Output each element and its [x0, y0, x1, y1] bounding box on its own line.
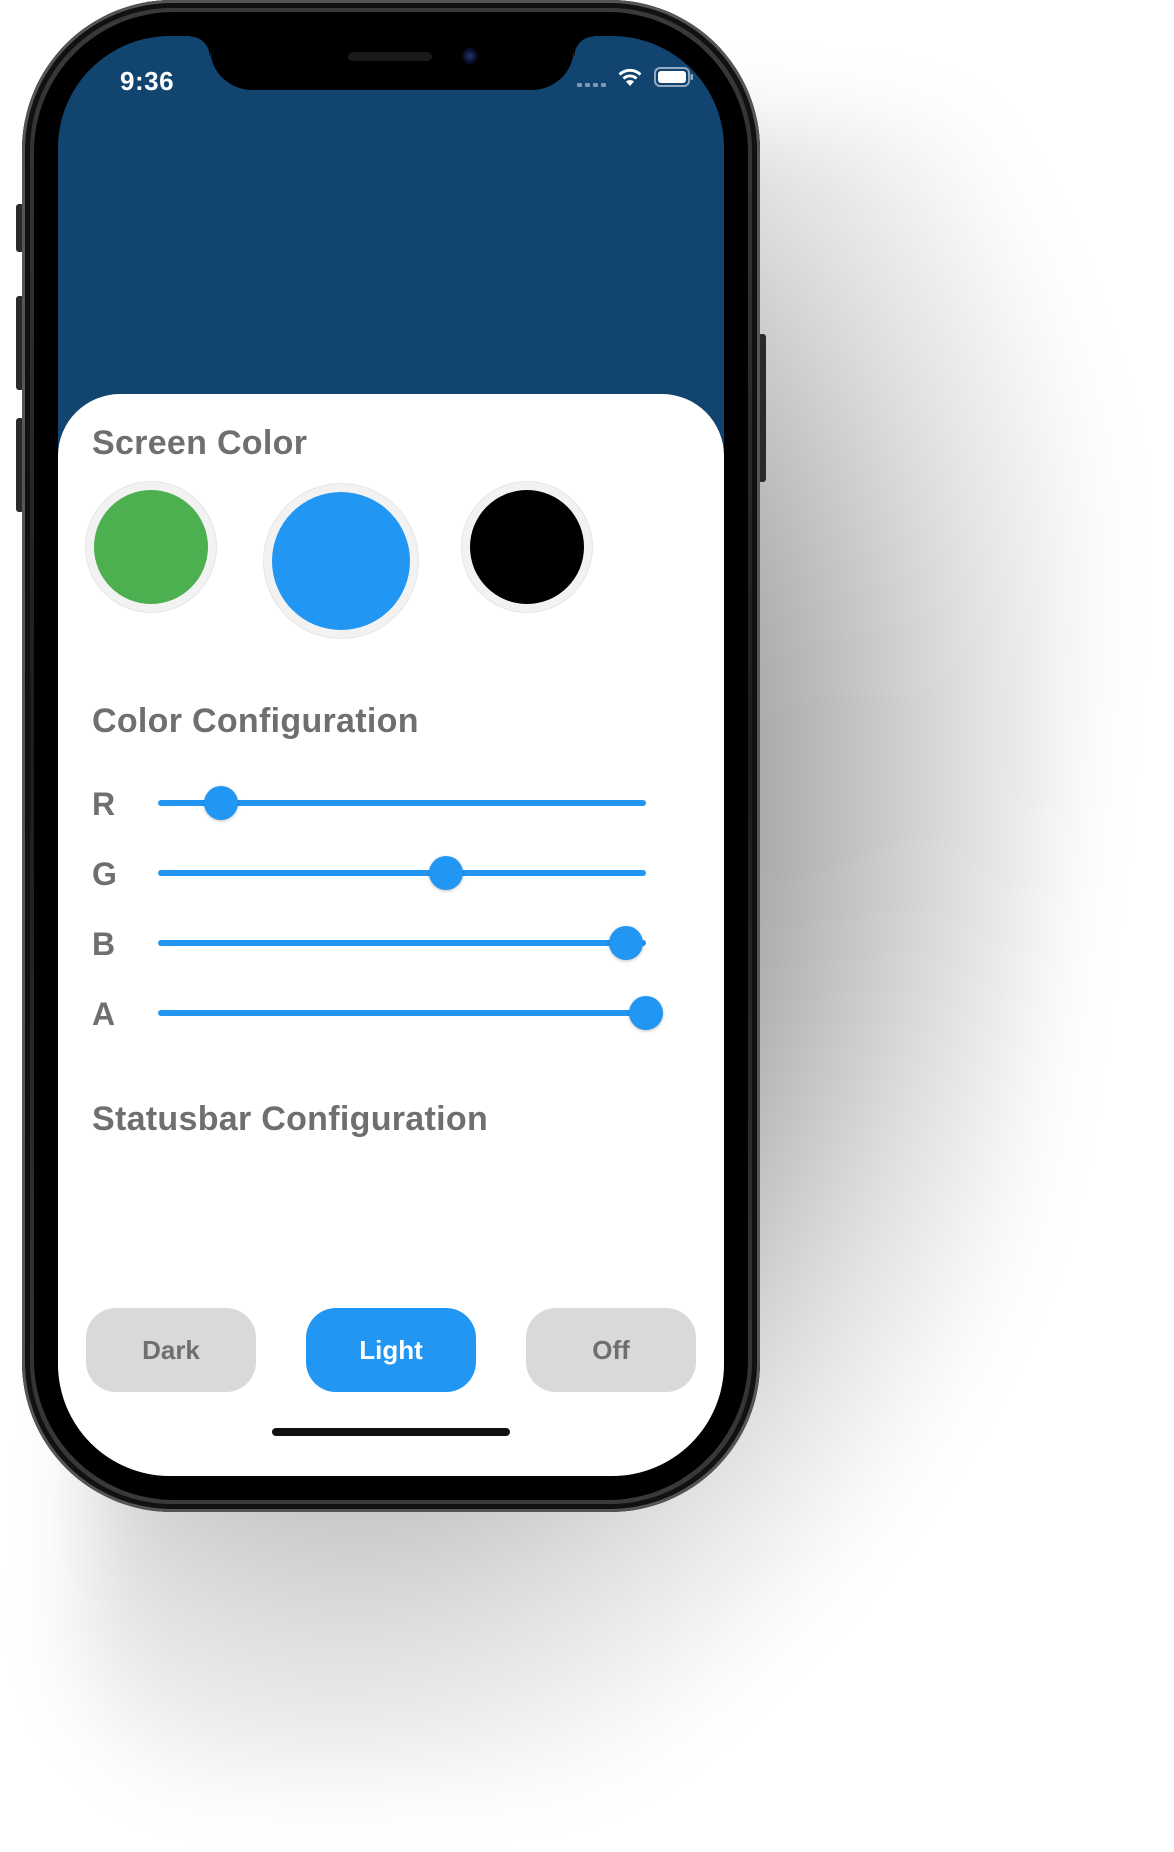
- slider-row-a: A: [92, 988, 692, 1038]
- statusbar-light-button[interactable]: Light: [306, 1308, 476, 1392]
- phone-frame: 9:36 Screen Color Color Configuration R …: [22, 0, 760, 1512]
- slider-track-b[interactable]: [158, 926, 646, 960]
- home-indicator: [272, 1428, 510, 1436]
- slider-thumb-r[interactable]: [204, 786, 239, 820]
- slider-thumb-g[interactable]: [428, 856, 463, 890]
- slider-label-b: B: [92, 926, 116, 962]
- battery-icon: [654, 67, 694, 87]
- device-mockup: 9:36 Screen Color Color Configuration R …: [0, 0, 1174, 1852]
- slider-row-b: B: [92, 918, 692, 968]
- app-screen: 9:36 Screen Color Color Configuration R …: [58, 36, 724, 1476]
- swatch-green-fill: [94, 490, 208, 604]
- swatch-green[interactable]: [86, 482, 216, 612]
- slider-label-a: A: [92, 996, 116, 1032]
- screen-color-title: Screen Color: [92, 424, 308, 462]
- swatch-black-fill: [470, 490, 584, 604]
- slider-track-r[interactable]: [158, 786, 646, 820]
- status-time: 9:36: [120, 66, 175, 96]
- swatch-blue[interactable]: [264, 484, 418, 638]
- statusbar-configuration-title: Statusbar Configuration: [92, 1100, 489, 1138]
- slider-row-r: R: [92, 778, 692, 828]
- speaker-grille: [348, 52, 432, 61]
- signal-icon: [577, 67, 606, 87]
- slider-label-g: G: [92, 856, 117, 892]
- color-configuration-title: Color Configuration: [92, 702, 419, 740]
- configuration-sheet: Screen Color Color Configuration R G B A…: [58, 394, 724, 1476]
- slider-track-g[interactable]: [158, 856, 646, 890]
- slider-row-g: G: [92, 848, 692, 898]
- slider-label-r: R: [92, 786, 116, 822]
- notch: [190, 36, 594, 90]
- status-indicators: [577, 66, 694, 88]
- statusbar-off-button[interactable]: Off: [526, 1308, 696, 1392]
- swatch-black[interactable]: [462, 482, 592, 612]
- slider-track-a[interactable]: [158, 996, 663, 1030]
- statusbar-dark-button[interactable]: Dark: [86, 1308, 256, 1392]
- swatch-blue-fill: [272, 492, 410, 630]
- wifi-icon: [616, 66, 644, 88]
- front-camera: [462, 48, 478, 64]
- slider-thumb-b[interactable]: [609, 926, 644, 960]
- slider-thumb-a[interactable]: [629, 996, 663, 1030]
